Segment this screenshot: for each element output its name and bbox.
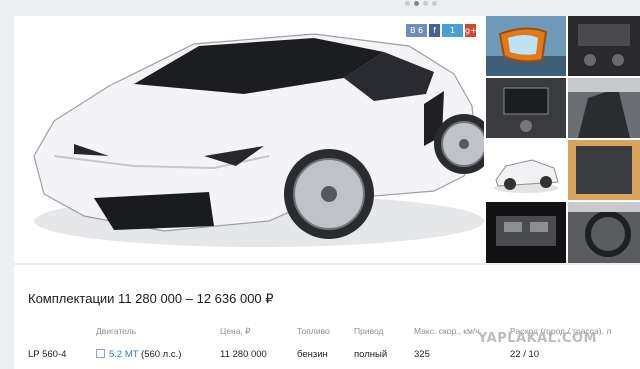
main-car-photo[interactable]: B 6 f 1 g+ — [14, 16, 494, 263]
compare-checkbox[interactable] — [96, 349, 105, 358]
row-trim-name[interactable]: LP 560-4 — [28, 349, 66, 360]
twitter-share-button[interactable]: 1 — [442, 24, 463, 37]
thumb-mirror[interactable] — [486, 16, 566, 76]
configurations-title: Комплектации 11 280 000 – 12 636 000 ₽ — [28, 291, 274, 306]
share-buttons: B 6 f 1 g+ — [406, 24, 477, 37]
header-price: Цена, ₽ — [220, 326, 251, 336]
thumb-car-rear[interactable] — [486, 140, 566, 200]
engine-power: (560 л.с.) — [138, 349, 182, 360]
row-max-speed: 325 — [414, 349, 430, 360]
header-max-speed: Макс. скор., км/ч — [414, 326, 480, 336]
row-engine: 5.2 MT (560 л.с.) — [96, 349, 181, 360]
engine-link[interactable]: 5.2 MT — [109, 349, 138, 360]
row-price: 11 280 000 — [220, 349, 267, 360]
row-consumption: 22 / 10 — [510, 349, 540, 360]
photo-gallery: B 6 f 1 g+ — [14, 16, 640, 263]
thumb-dashboard[interactable] — [486, 78, 566, 138]
carousel-dot[interactable] — [432, 1, 437, 6]
google-plus-share-button[interactable]: g+ — [465, 24, 477, 37]
carousel-dot-active[interactable] — [414, 1, 419, 6]
vk-share-button[interactable]: B 6 — [406, 24, 427, 37]
thumb-console[interactable] — [568, 16, 640, 76]
header-drive: Привод — [354, 326, 384, 336]
thumbnail-grid — [486, 16, 640, 263]
row-drive: полный — [354, 349, 388, 360]
configurations-panel: Комплектации 11 280 000 – 12 636 000 ₽ Д… — [14, 265, 640, 369]
carousel-dot[interactable] — [423, 1, 428, 6]
car-illustration — [33, 33, 494, 247]
carousel-dot[interactable] — [405, 1, 410, 6]
thumb-door-panel[interactable] — [568, 140, 640, 200]
thumb-interior-seat[interactable] — [568, 78, 640, 138]
watermark: YAPLAKAL.COM — [478, 331, 597, 346]
header-fuel: Топливо — [297, 326, 330, 336]
row-fuel: бензин — [297, 349, 328, 360]
facebook-share-button[interactable]: f — [429, 24, 440, 37]
thumb-steering-wheel[interactable] — [568, 202, 640, 263]
header-engine: Двигатель — [96, 326, 137, 336]
carousel-dots — [405, 1, 437, 6]
thumb-engine[interactable] — [486, 202, 566, 263]
